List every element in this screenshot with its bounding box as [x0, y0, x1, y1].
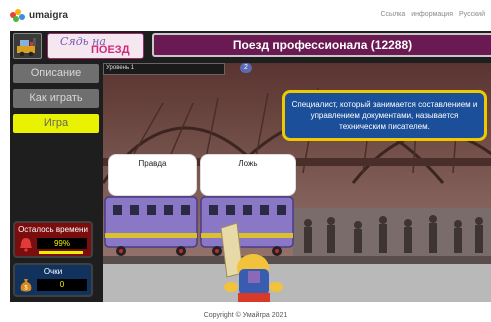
nav-info[interactable]: информация — [411, 11, 453, 18]
game-sidebar: Описание Как играть Игра Осталось времен… — [10, 61, 101, 302]
brand-bottom-text: ПОЕЗД — [91, 44, 130, 56]
game-frame: Сядь на ПОЕЗД Поезд профессионала (12288… — [10, 31, 491, 302]
time-remaining-panel: Осталось времени 99% — [13, 221, 93, 258]
train-icon[interactable] — [13, 33, 42, 59]
site-logo[interactable]: umaigra — [10, 9, 68, 22]
game-scene: Уровень 1 2 Специалист, который занимает… — [103, 63, 491, 302]
nav-link[interactable]: Ссылка — [380, 11, 405, 18]
game-title: Поезд профессионала (12288) — [232, 38, 413, 52]
alarm-bell-icon — [20, 238, 32, 252]
money-bag-icon: $ — [20, 279, 32, 292]
time-progress-bar — [39, 251, 83, 254]
nav-language[interactable]: Русский — [459, 11, 485, 18]
site-header: umaigra Ссылка информация Русский — [0, 0, 491, 32]
level-indicator: Уровень 1 — [103, 63, 225, 75]
game-title-bar: Поезд профессионала (12288) — [152, 33, 491, 57]
level-label: Уровень 1 — [106, 65, 135, 71]
time-remaining-label: Осталось времени — [18, 225, 88, 234]
time-progress-fill — [39, 251, 83, 254]
question-text: Специалист, который занимается составлен… — [291, 100, 478, 131]
menu-how-to-play-button[interactable]: Как играть — [13, 89, 99, 108]
level-badge: 2 — [240, 63, 252, 73]
logo-icon — [10, 9, 26, 22]
game-brand: Сядь на ПОЕЗД — [47, 33, 144, 59]
answer-false-label: Ложь — [238, 159, 258, 168]
score-value: 0 — [37, 279, 87, 291]
score-panel: Очки $ 0 — [13, 263, 93, 297]
site-footer: Copyright © Умайгра 2021 — [203, 312, 288, 319]
top-nav: Ссылка информация Русский — [380, 11, 485, 18]
answer-true-label: Правда — [138, 159, 167, 168]
answer-false-button[interactable]: Ложь — [200, 154, 296, 196]
menu-description-button[interactable]: Описание — [13, 64, 99, 83]
logo-text: umaigra — [29, 10, 68, 21]
answer-true-button[interactable]: Правда — [108, 154, 197, 196]
time-remaining-value: 99% — [37, 238, 87, 249]
menu-play-button[interactable]: Игра — [13, 114, 99, 133]
question-bubble: Специалист, который занимается составлен… — [282, 90, 487, 141]
score-label: Очки — [43, 267, 63, 276]
